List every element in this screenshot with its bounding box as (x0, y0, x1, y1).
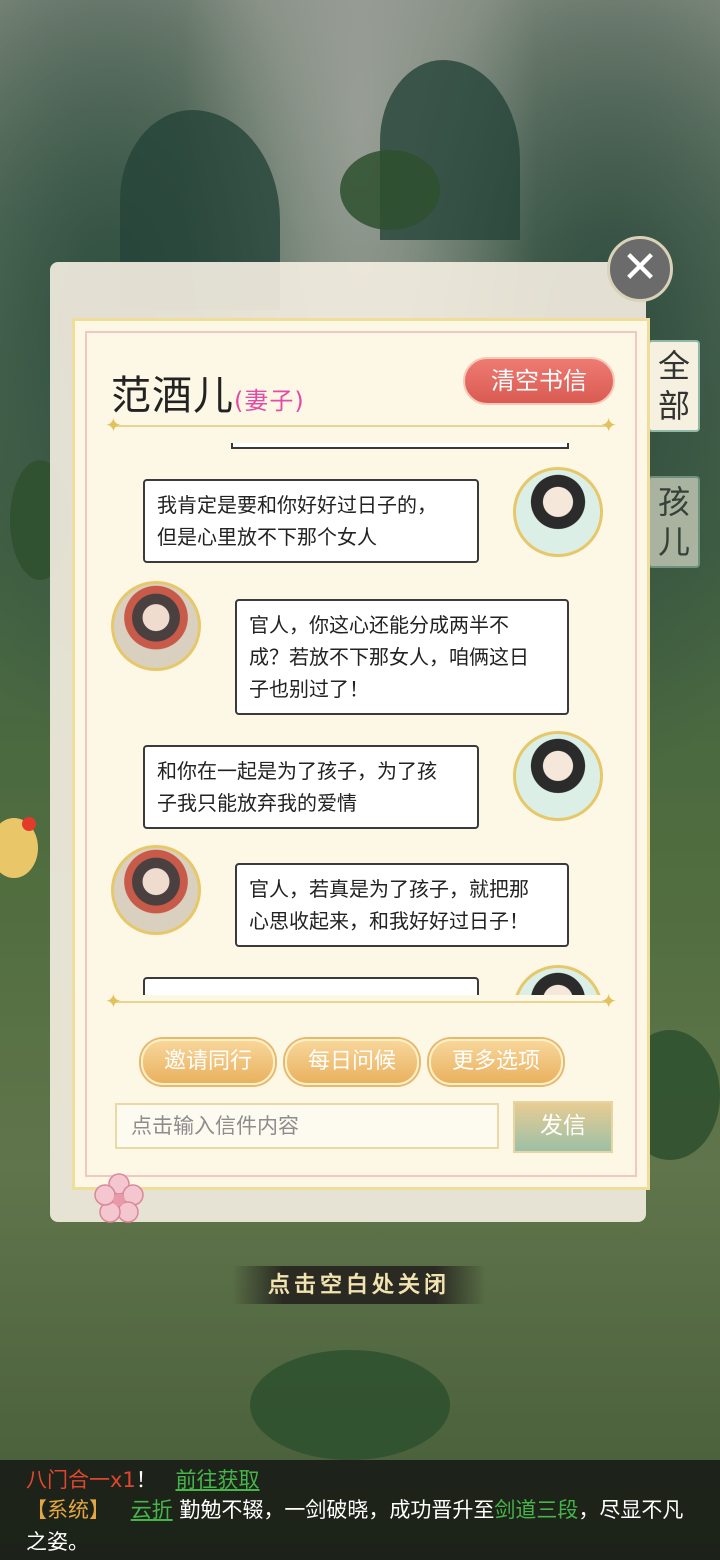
self-avatar[interactable] (513, 731, 603, 821)
tab-all[interactable]: 全部 (648, 340, 700, 432)
close-hint: 点击空白处关闭 (232, 1266, 486, 1304)
message-line: 子我只能放弃我的爱情 (157, 791, 357, 815)
message-line: 和你在一起是为了孩子，为了孩 (157, 759, 437, 783)
contact-title: 范酒儿(妻子) (111, 363, 305, 421)
message-line: 官人，若真是为了孩子，就把那 (249, 877, 529, 901)
letter-input[interactable]: 点击输入信件内容 (115, 1103, 499, 1149)
self-avatar[interactable] (513, 965, 603, 995)
message-line: 成？若放不下那女人，咱俩这日 (249, 645, 529, 669)
go-obtain-link[interactable]: 前往获取 (175, 1468, 259, 1492)
notification-dot (22, 817, 36, 831)
contact-relation: (妻子) (234, 387, 305, 415)
system-tag: 【系统】 (26, 1498, 110, 1522)
clear-letters-button[interactable]: 清空书信 (463, 357, 615, 405)
close-button[interactable]: ✕ (607, 236, 673, 302)
message-bubble: 官人，你这心还能分成两半不 成？若放不下那女人，咱俩这日 子也别过了！ (235, 599, 569, 715)
letter-panel: 范酒儿(妻子) 清空书信 我肯定是要和你好好过日子的， 但是心里放不下那个女人 … (72, 318, 650, 1190)
reward-line: 八门合一x1！ 前往获取 (26, 1464, 259, 1496)
player-link[interactable]: 云折 (131, 1498, 173, 1522)
message-line: 我肯定是要和你好好过日子的， (157, 493, 437, 517)
wife-avatar[interactable] (111, 845, 201, 935)
message-bubble: 和你在一起是为了孩子，为了孩 子我只能放弃我的爱情 (143, 745, 479, 829)
invite-button[interactable]: 邀请同行 (141, 1039, 275, 1085)
system-line: 【系统】 云折 勤勉不辍，一剑破晓，成功晋升至剑道三段，尽显不凡 之姿。 (26, 1494, 720, 1558)
message-cutoff-top (231, 443, 569, 449)
contact-name: 范酒儿 (111, 373, 234, 419)
message-list[interactable]: 我肯定是要和你好好过日子的， 但是心里放不下那个女人 官人，你这心还能分成两半不… (111, 443, 611, 995)
message-bubble (143, 977, 479, 995)
system-text: ，尽显不凡 (578, 1498, 684, 1522)
message-bubble: 我肯定是要和你好好过日子的， 但是心里放不下那个女人 (143, 479, 479, 563)
rank-text: 剑道三段 (494, 1498, 579, 1522)
divider-top (105, 413, 617, 437)
message-line: 官人，你这心还能分成两半不 (249, 613, 509, 637)
reward-item: 八门合一x1 (26, 1468, 136, 1492)
message-line: 子也别过了！ (249, 677, 369, 701)
blossom-icon (94, 1173, 144, 1223)
send-button[interactable]: 发信 (513, 1101, 613, 1153)
tab-children[interactable]: 孩儿 (648, 476, 700, 568)
message-line: 心思收起来，和我好好过日子！ (249, 909, 529, 933)
more-options-button[interactable]: 更多选项 (429, 1039, 563, 1085)
daily-greeting-button[interactable]: 每日问候 (285, 1039, 419, 1085)
wife-avatar[interactable] (111, 581, 201, 671)
self-avatar[interactable] (513, 467, 603, 557)
divider-bottom (105, 989, 617, 1013)
system-text: 之姿。 (26, 1530, 89, 1554)
reward-sep: ！ (135, 1468, 157, 1492)
system-message-bar: 八门合一x1！ 前往获取 【系统】 云折 勤勉不辍，一剑破晓，成功晋升至剑道三段… (0, 1460, 720, 1560)
system-text: 勤勉不辍，一剑破晓，成功晋升至 (179, 1498, 495, 1522)
message-line: 但是心里放不下那个女人 (157, 525, 377, 549)
close-icon: ✕ (621, 242, 659, 293)
message-bubble: 官人，若真是为了孩子，就把那 心思收起来，和我好好过日子！ (235, 863, 569, 947)
